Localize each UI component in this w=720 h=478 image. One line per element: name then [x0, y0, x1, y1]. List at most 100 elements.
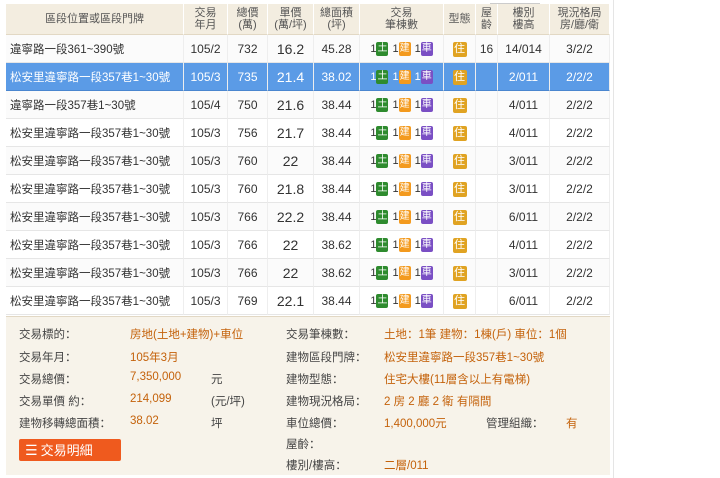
col-header-floor[interactable]: 樓別 樓高	[498, 4, 550, 35]
table-row[interactable]: 松安里違寧路一段357巷1~30號 105/3 766 22.2 38.44 1土 1建 1車…	[6, 203, 610, 231]
cell-area: 38.44	[314, 203, 360, 231]
building-badge: 建	[398, 41, 411, 56]
cell-type: 住	[444, 119, 476, 147]
col-header-counts[interactable]: 交易 筆棟數	[360, 4, 444, 35]
table-row[interactable]: 松安里違寧路一段357巷1~30號 105/3 756 21.7 38.44 1土 1建 1車…	[6, 119, 610, 147]
parking-count: 1	[414, 267, 421, 280]
cell-type: 住	[444, 259, 476, 287]
cell-unit-price: 21.4	[268, 63, 314, 91]
land-badge: 土	[376, 125, 389, 140]
cell-area: 38.44	[314, 91, 360, 119]
building-count: 1	[392, 295, 399, 308]
cell-total-price: 769	[228, 287, 268, 315]
residential-type-badge: 住	[452, 293, 467, 309]
cell-type: 住	[444, 231, 476, 259]
table-row[interactable]: 松安里違寧路一段357巷1~30號 105/3 760 22 38.44 1土 1建 1車住 3…	[6, 147, 610, 175]
transaction-detail-panel: 交易標的： 房地(土地+建物)+車位 交易年月： 105年3月 交易總價： 7,…	[6, 316, 610, 475]
table-row[interactable]: 松安里違寧路一段357巷1~30號 105/3 766 22 38.62 1土 1建 1車住 3…	[6, 259, 610, 287]
land-badge: 土	[376, 237, 389, 252]
col-header-year-month[interactable]: 交易 年月	[184, 4, 228, 35]
cell-layout: 2/2/2	[550, 175, 610, 203]
transaction-detail-button-label: 交易明細	[40, 443, 93, 458]
parking-count: 1	[414, 211, 421, 224]
transaction-detail-button[interactable]: ☰ 交易明細	[19, 439, 121, 461]
cell-unit-price: 21.6	[268, 91, 314, 119]
layout-label: 建物現況格局：	[286, 396, 367, 408]
cell-unit-price: 22.2	[268, 203, 314, 231]
table-row[interactable]: 松安里違寧路一段357巷1~30號 105/3 735 21.4 38.02 1土 1建 1車…	[6, 63, 610, 91]
parking-badge: 車	[420, 153, 433, 168]
cell-year-month: 105/3	[184, 259, 228, 287]
cell-total-price: 760	[228, 175, 268, 203]
col-header-type[interactable]: 型態	[444, 4, 476, 35]
cell-unit-price: 22.1	[268, 287, 314, 315]
cell-year-month: 105/3	[184, 63, 228, 91]
cell-area: 45.28	[314, 35, 360, 63]
cell-floor: 3/011	[498, 259, 550, 287]
residential-type-badge: 住	[452, 97, 467, 113]
table-row[interactable]: 違寧路一段361~390號 105/2 732 16.2 45.28 1土 1建 1車住 16 1…	[6, 35, 610, 63]
building-count: 1	[392, 155, 399, 168]
building-count: 1	[392, 239, 399, 252]
count-label: 交易筆棟數：	[286, 329, 355, 341]
parking-badge: 車	[420, 237, 433, 252]
table-row[interactable]: 違寧路一段357巷1~30號 105/4 750 21.6 38.44 1土 1建 1車住 4/…	[6, 91, 610, 119]
cell-age	[476, 119, 498, 147]
cell-address: 松安里違寧路一段357巷1~30號	[6, 147, 184, 175]
area-label: 建物移轉總面積：	[19, 418, 111, 430]
col-header-total-price[interactable]: 總價 (萬)	[228, 4, 268, 35]
col-header-unit-price[interactable]: 單價 (萬/坪)	[268, 4, 314, 35]
col-header-address[interactable]: 區段位置或區段門牌	[6, 4, 184, 35]
cell-total-price: 760	[228, 147, 268, 175]
col-header-layout[interactable]: 現況格局 房/廳/衛	[550, 4, 610, 35]
building-badge: 建	[398, 69, 411, 84]
cell-total-price: 735	[228, 63, 268, 91]
floor-label: 樓別/樓高：	[286, 460, 347, 472]
building-count: 1	[392, 183, 399, 196]
cell-counts: 1土 1建 1車	[360, 231, 444, 259]
parking-badge: 車	[420, 69, 433, 84]
parking-badge: 車	[420, 209, 433, 224]
cell-address: 松安里違寧路一段357巷1~30號	[6, 63, 184, 91]
parking-count: 1	[414, 127, 421, 140]
land-badge: 土	[376, 265, 389, 280]
col-header-age[interactable]: 屋 齡	[476, 4, 498, 35]
cell-total-price: 766	[228, 203, 268, 231]
year-month-value: 105年3月	[130, 352, 179, 364]
cell-age	[476, 231, 498, 259]
cell-counts: 1土 1建 1車	[360, 63, 444, 91]
cell-floor: 6/011	[498, 287, 550, 315]
cell-area: 38.44	[314, 119, 360, 147]
cell-area: 38.44	[314, 287, 360, 315]
cell-type: 住	[444, 91, 476, 119]
building-count: 1	[392, 211, 399, 224]
cell-address: 松安里違寧路一段357巷1~30號	[6, 259, 184, 287]
residential-type-badge: 住	[452, 125, 467, 141]
cell-type: 住	[444, 35, 476, 63]
menu-icon: ☰	[25, 442, 38, 458]
cell-area: 38.44	[314, 175, 360, 203]
table-row[interactable]: 松安里違寧路一段357巷1~30號 105/3 766 22 38.62 1土 1建 1車住 4…	[6, 231, 610, 259]
table-row[interactable]: 松安里違寧路一段357巷1~30號 105/3 769 22.1 38.44 1土 1建 1車…	[6, 287, 610, 315]
cell-age: 16	[476, 35, 498, 63]
residential-type-badge: 住	[452, 265, 467, 281]
building-badge: 建	[398, 153, 411, 168]
cell-address: 違寧路一段357巷1~30號	[6, 91, 184, 119]
cell-address: 松安里違寧路一段357巷1~30號	[6, 287, 184, 315]
cell-floor: 14/014	[498, 35, 550, 63]
area-unit: 坪	[211, 418, 223, 430]
cell-unit-price: 16.2	[268, 35, 314, 63]
table-row[interactable]: 松安里違寧路一段357巷1~30號 105/3 760 21.8 38.44 1土 1建 1車…	[6, 175, 610, 203]
management-value: 有	[566, 418, 578, 430]
land-badge: 土	[376, 293, 389, 308]
parking-count: 1	[414, 183, 421, 196]
building-type-label: 建物型態：	[286, 374, 344, 386]
cell-layout: 2/2/2	[550, 259, 610, 287]
target-value: 房地(土地+建物)+車位	[130, 329, 244, 341]
cell-unit-price: 21.8	[268, 175, 314, 203]
cell-year-month: 105/3	[184, 231, 228, 259]
col-header-area[interactable]: 總面積 (坪)	[314, 4, 360, 35]
cell-type: 住	[444, 203, 476, 231]
cell-age	[476, 63, 498, 91]
unit-price-label: 交易單價 約：	[19, 396, 92, 408]
